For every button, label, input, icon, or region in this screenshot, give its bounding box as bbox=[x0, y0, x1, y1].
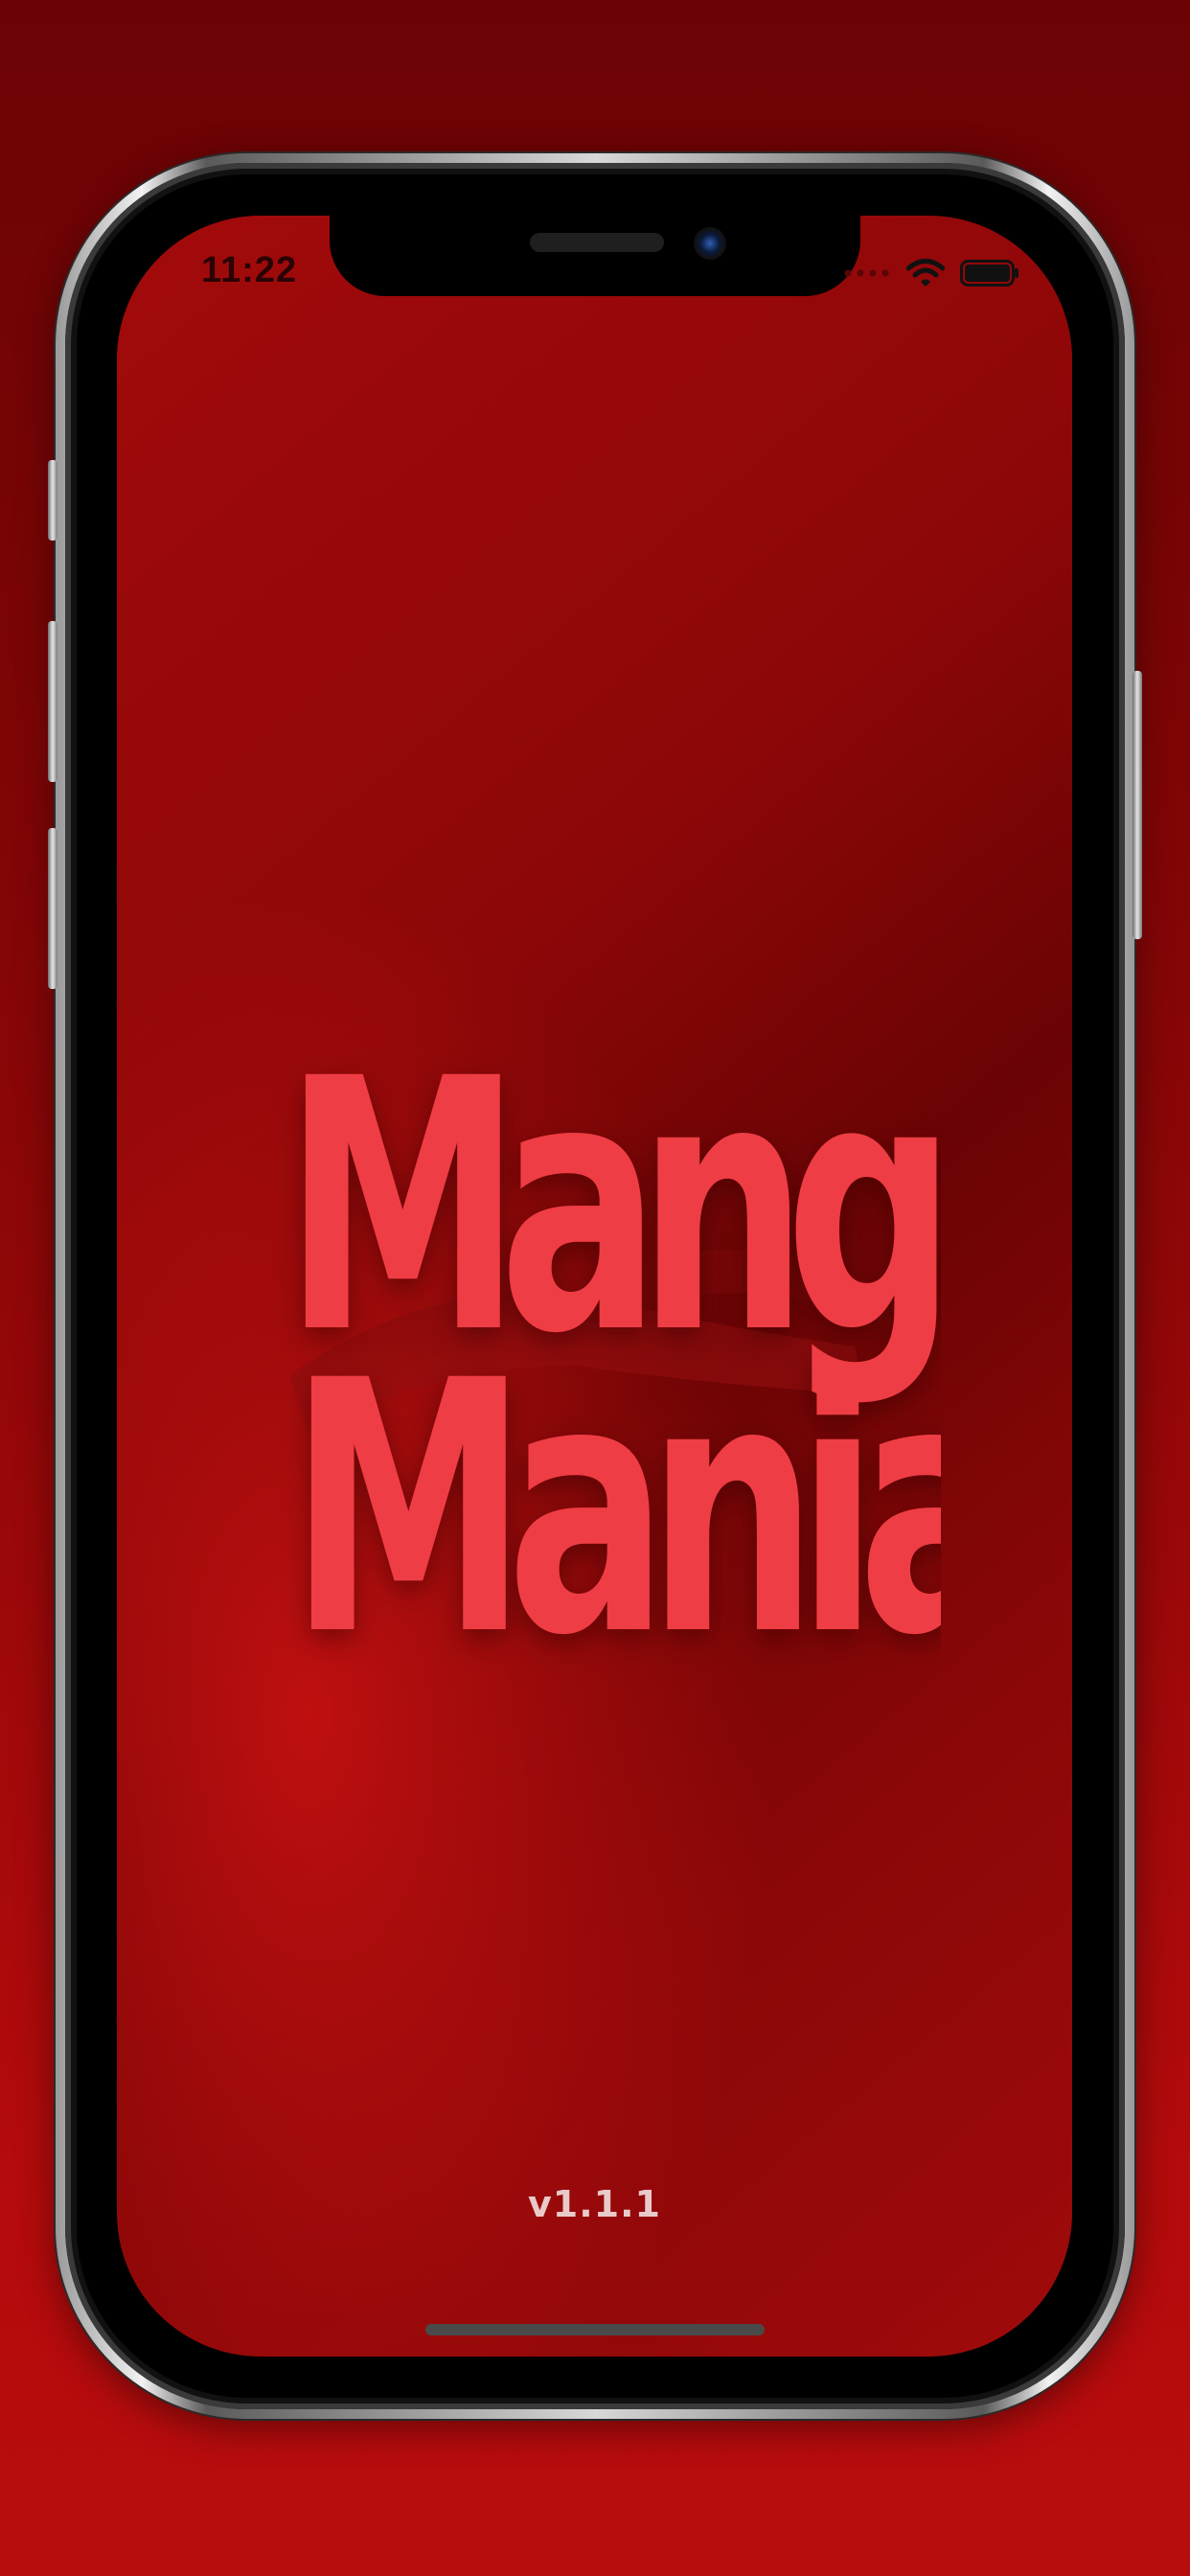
wifi-icon bbox=[906, 259, 945, 287]
manga-mania-logo: Manga Mania bbox=[284, 1006, 941, 1672]
power-button bbox=[1133, 671, 1142, 939]
app-root: { "status_bar": { "time": "11:22", "icon… bbox=[0, 0, 1190, 2576]
front-camera bbox=[694, 227, 726, 260]
status-icons bbox=[843, 254, 1019, 292]
status-time: 11:22 bbox=[201, 250, 298, 290]
notch bbox=[330, 216, 860, 296]
cellular-signal-icon bbox=[844, 269, 889, 277]
app-screen: 11:22 Mang Mania v1.1.1 bbox=[117, 216, 1072, 2357]
logo-line-2: Mania bbox=[289, 1308, 941, 1672]
volume-down-button bbox=[48, 828, 57, 989]
mute-switch bbox=[48, 460, 57, 540]
volume-up-button bbox=[48, 621, 57, 782]
home-indicator[interactable] bbox=[425, 2324, 765, 2335]
speaker-grille bbox=[530, 233, 664, 252]
app-version-label: v1.1.1 bbox=[528, 2183, 661, 2225]
battery-icon bbox=[960, 260, 1018, 287]
